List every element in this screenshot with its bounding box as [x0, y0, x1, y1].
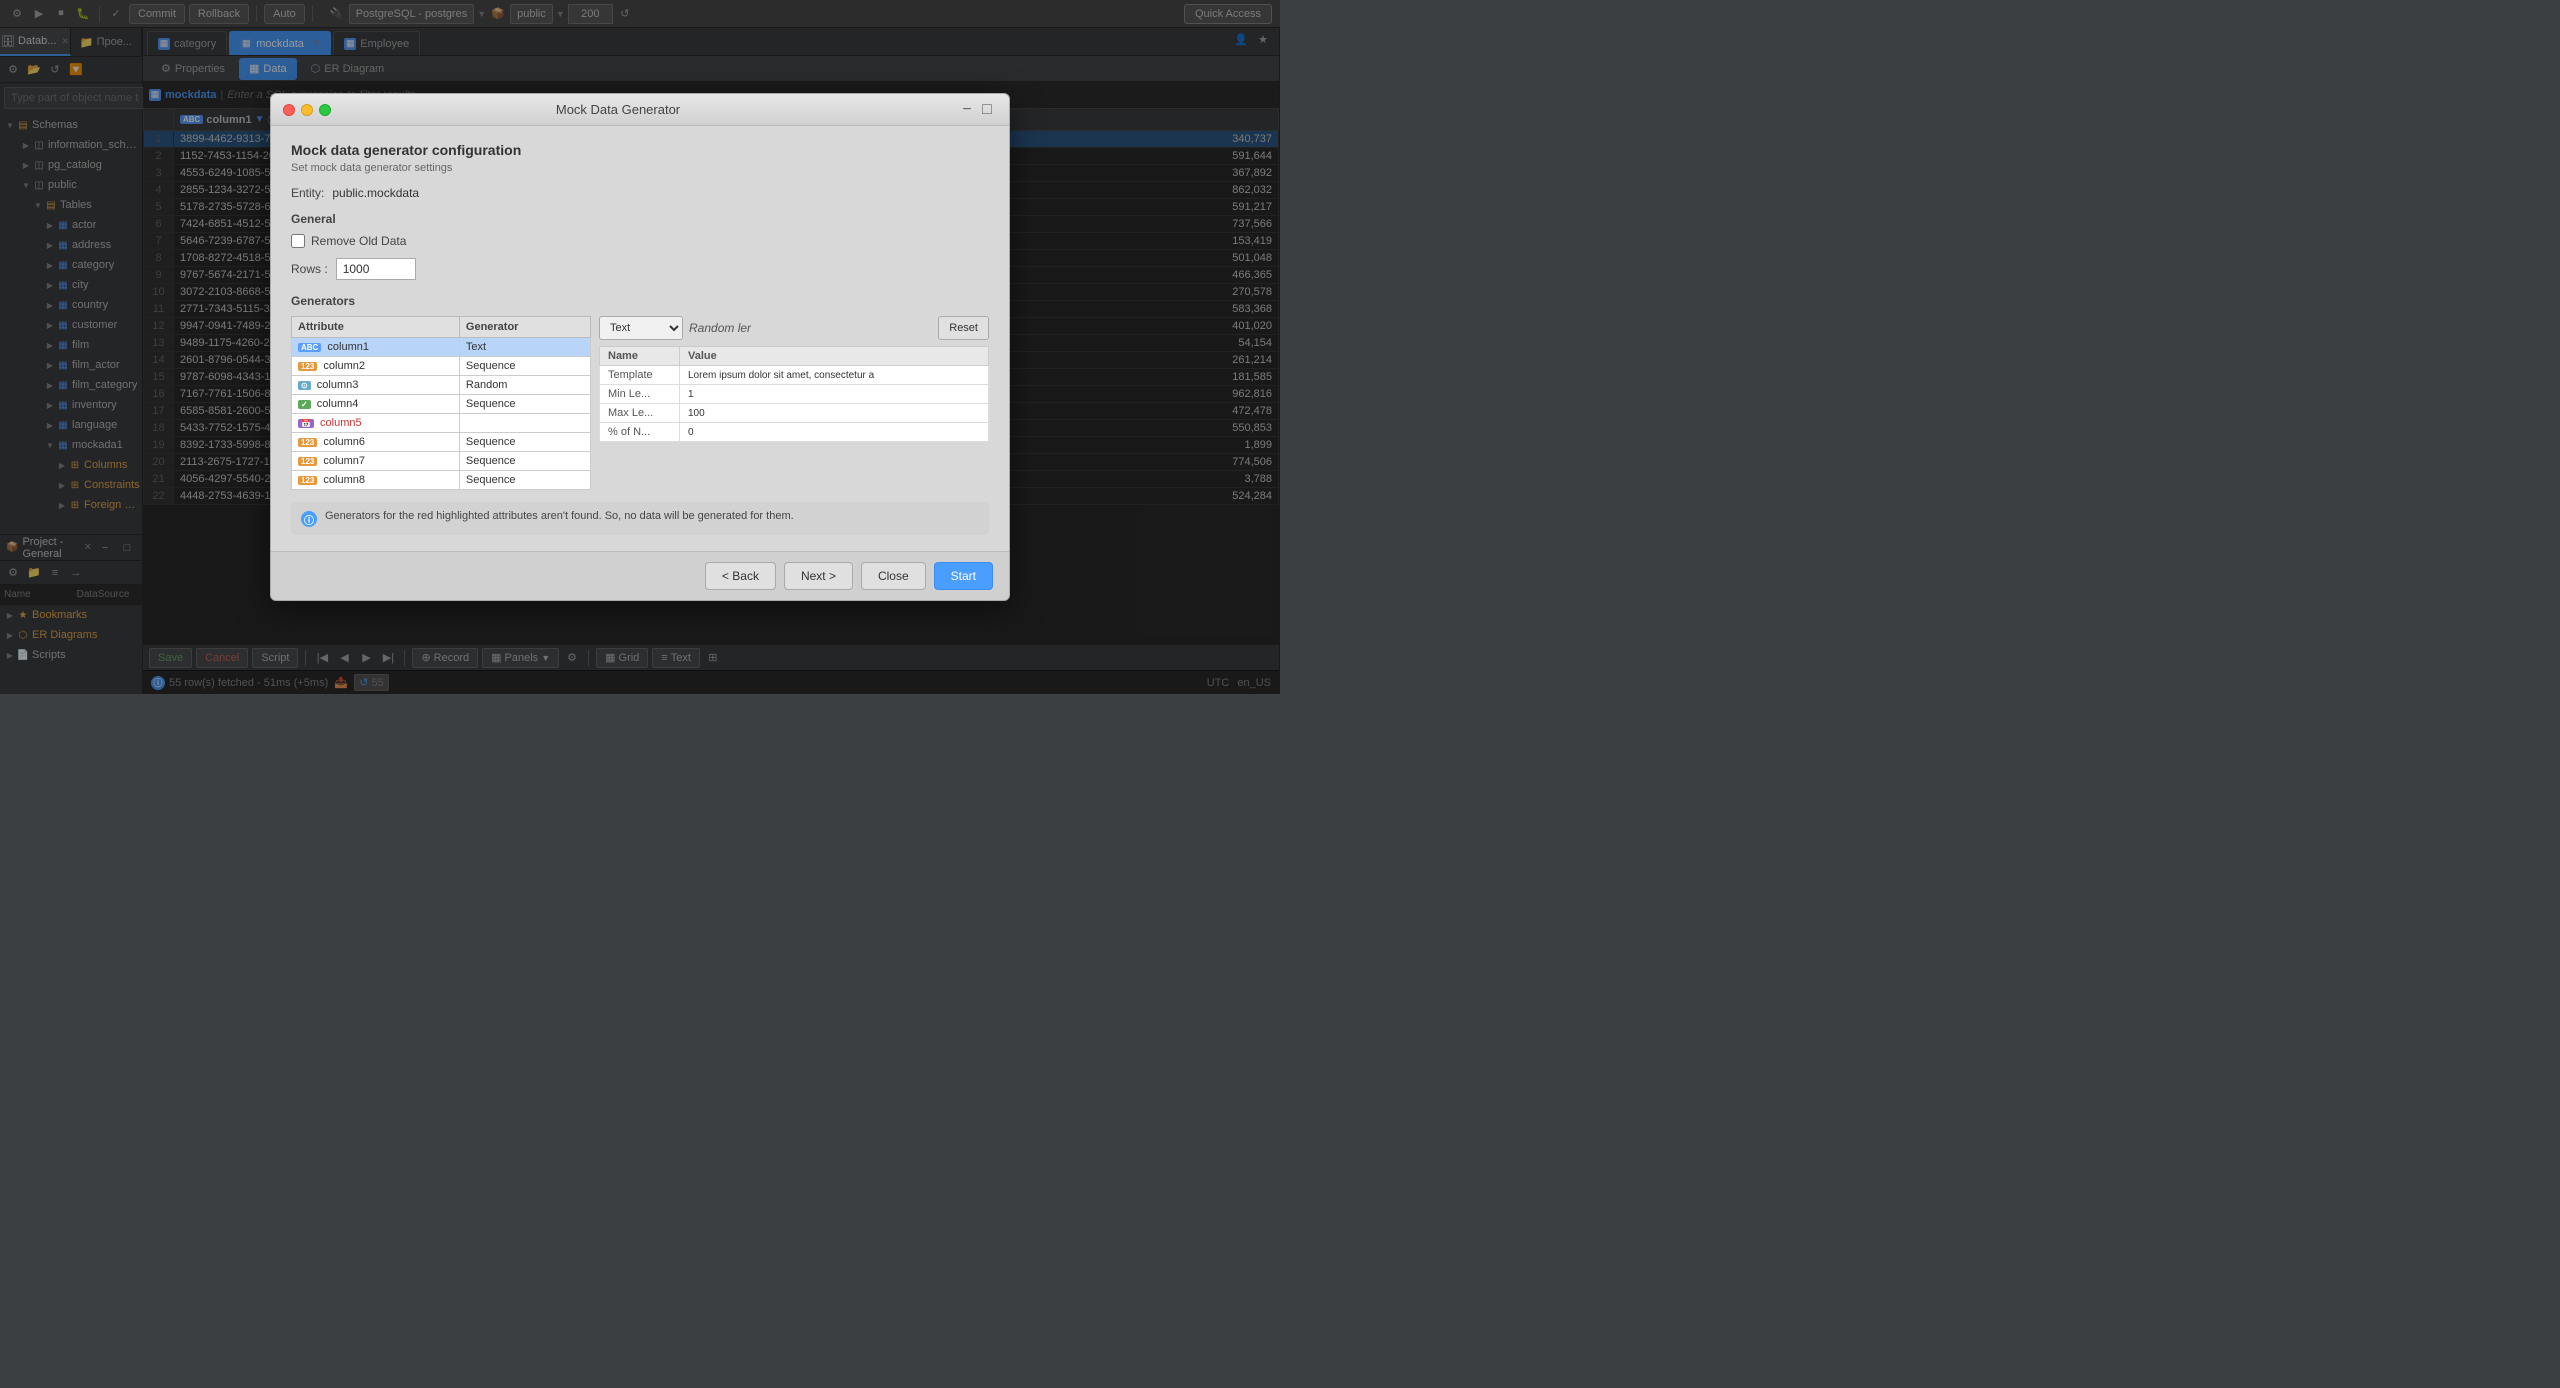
- gen-generator-cell: Sequence: [459, 433, 590, 452]
- gen-attr-cell: 123 column8: [292, 471, 460, 490]
- gen-attr-cell: 📅 column5: [292, 414, 460, 433]
- gen-prop-row: Min Le... 1: [600, 385, 989, 404]
- gen-props-table: Name Value Template Lorem ipsum dolor si…: [599, 346, 989, 442]
- gen-th-attribute: Attribute: [292, 317, 460, 338]
- prop-name: Min Le...: [600, 385, 680, 404]
- traffic-lights: [283, 104, 331, 116]
- generators-section: Attribute Generator ABC column1 Text 123…: [291, 316, 989, 490]
- gen-table-row[interactable]: ⊙ column3 Random: [292, 376, 591, 395]
- rows-label: Rows :: [291, 262, 328, 276]
- gen-table-row[interactable]: 123 column6 Sequence: [292, 433, 591, 452]
- gen-table-row[interactable]: 123 column7 Sequence: [292, 452, 591, 471]
- remove-old-data-checkbox[interactable]: [291, 234, 305, 248]
- prop-name: Max Le...: [600, 404, 680, 423]
- generator-table: Attribute Generator ABC column1 Text 123…: [291, 316, 591, 490]
- prop-name: Template: [600, 366, 680, 385]
- modal-win-min[interactable]: −: [957, 100, 977, 120]
- gen-generator-cell: [459, 414, 590, 433]
- gen-table-row[interactable]: 123 column8 Sequence: [292, 471, 591, 490]
- props-th-value: Value: [680, 347, 989, 366]
- modal-win-max[interactable]: □: [977, 100, 997, 120]
- modal-section-title: Mock data generator configuration: [291, 142, 989, 158]
- modal-subtitle: Set mock data generator settings: [291, 162, 989, 174]
- info-icon: ⓘ: [301, 511, 317, 527]
- gen-type-select[interactable]: Text Sequence Random: [599, 316, 683, 340]
- info-message: ⓘ Generators for the red highlighted att…: [291, 502, 989, 535]
- remove-old-data-row: Remove Old Data: [291, 234, 989, 248]
- modal-body: Mock data generator configuration Set mo…: [271, 126, 1009, 551]
- next-button[interactable]: Next >: [784, 562, 853, 590]
- gen-attr-cell: 123 column6: [292, 433, 460, 452]
- gen-attr-cell: ABC column1: [292, 338, 460, 357]
- gen-generator-cell: Random: [459, 376, 590, 395]
- modal-title: Mock Data Generator: [339, 102, 897, 117]
- prop-name: % of N...: [600, 423, 680, 442]
- gen-generator-cell: Sequence: [459, 395, 590, 414]
- mock-data-generator-modal: Mock Data Generator − □ Mock data genera…: [270, 93, 1010, 601]
- gen-prop-row: Max Le... 100: [600, 404, 989, 423]
- rows-input[interactable]: [336, 258, 416, 280]
- remove-old-data-label[interactable]: Remove Old Data: [311, 234, 406, 248]
- start-button[interactable]: Start: [934, 562, 993, 590]
- gen-type-row: Text Sequence Random Random ler Reset: [599, 316, 989, 340]
- modal-footer: < Back Next > Close Start: [271, 551, 1009, 600]
- gen-table-row[interactable]: 📅 column5: [292, 414, 591, 433]
- tl-close[interactable]: [283, 104, 295, 116]
- gen-generator-cell: Sequence: [459, 357, 590, 376]
- entity-label: Entity:: [291, 186, 324, 200]
- gen-random-label: Random ler: [689, 321, 932, 335]
- rows-row: Rows :: [291, 258, 989, 280]
- gen-prop-row: Template Lorem ipsum dolor sit amet, con…: [600, 366, 989, 385]
- modal-overlay: Mock Data Generator − □ Mock data genera…: [0, 0, 1280, 694]
- gen-attr-cell: 123 column7: [292, 452, 460, 471]
- gen-table-row[interactable]: ABC column1 Text: [292, 338, 591, 357]
- gen-attr-cell: 123 column2: [292, 357, 460, 376]
- generators-section-label: Generators: [291, 294, 989, 308]
- info-text: Generators for the red highlighted attri…: [325, 510, 794, 522]
- generator-settings: Text Sequence Random Random ler Reset Na…: [599, 316, 989, 490]
- gen-table-row[interactable]: 123 column2 Sequence: [292, 357, 591, 376]
- gen-attr-cell: ✓ column4: [292, 395, 460, 414]
- prop-value: Lorem ipsum dolor sit amet, consectetur …: [680, 366, 989, 385]
- prop-value: 100: [680, 404, 989, 423]
- gen-th-generator: Generator: [459, 317, 590, 338]
- gen-generator-cell: Sequence: [459, 471, 590, 490]
- tl-minimize[interactable]: [301, 104, 313, 116]
- tl-maximize[interactable]: [319, 104, 331, 116]
- gen-reset-button[interactable]: Reset: [938, 316, 989, 340]
- modal-titlebar: Mock Data Generator − □: [271, 94, 1009, 126]
- gen-generator-cell: Sequence: [459, 452, 590, 471]
- gen-table-row[interactable]: ✓ column4 Sequence: [292, 395, 591, 414]
- close-button[interactable]: Close: [861, 562, 926, 590]
- prop-value: 0: [680, 423, 989, 442]
- props-th-name: Name: [600, 347, 680, 366]
- gen-prop-row: % of N... 0: [600, 423, 989, 442]
- prop-value: 1: [680, 385, 989, 404]
- back-button[interactable]: < Back: [705, 562, 776, 590]
- gen-attr-cell: ⊙ column3: [292, 376, 460, 395]
- gen-generator-cell: Text: [459, 338, 590, 357]
- modal-entity-row: Entity: public.mockdata: [291, 186, 989, 200]
- entity-value: public.mockdata: [332, 186, 419, 200]
- general-section-label: General: [291, 212, 989, 226]
